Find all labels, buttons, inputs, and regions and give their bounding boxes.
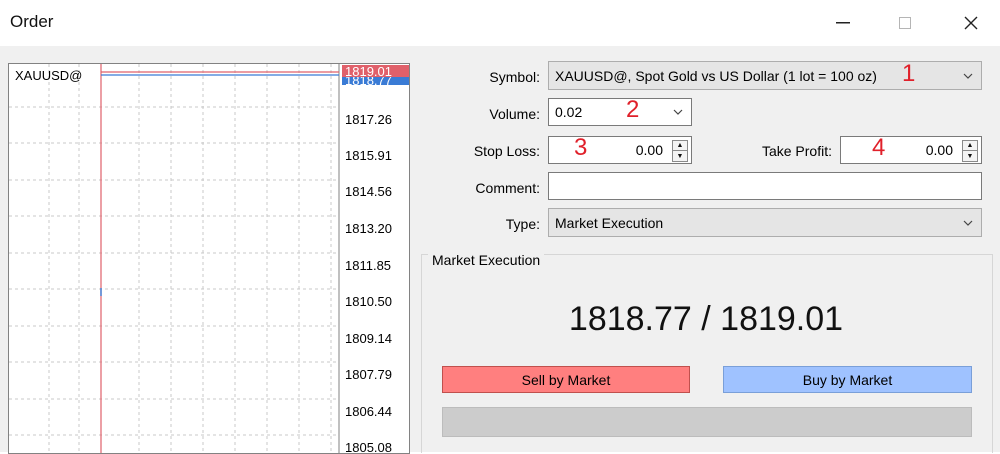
tick-chart[interactable]: XAUUSD@ 1819.01 1818.77 1817.26 1815.91 … [8,63,410,454]
execution-progress-bar [442,407,972,437]
volume-label: Volume: [489,106,540,122]
maximize-button[interactable] [882,8,928,38]
price-axis-label: 1809.14 [345,331,392,346]
annotation-number: 2 [626,96,640,123]
price-axis-label: 1813.20 [345,221,392,236]
comment-label: Comment: [475,180,540,196]
price-axis-label: 1814.56 [345,184,392,199]
chevron-down-icon [673,109,683,115]
close-button[interactable] [948,8,994,38]
title-bar: Order [0,0,1000,46]
price-axis-label: 1811.85 [345,258,392,273]
bid-price-tag: 1818.77 [342,77,409,85]
minimize-button[interactable] [820,8,866,38]
type-select[interactable]: Market Execution [548,208,982,237]
volume-combo[interactable]: 0.02 [548,98,692,126]
stop-loss-spinner[interactable]: ▲ ▼ [672,140,688,162]
chevron-down-icon [963,73,973,79]
take-profit-field[interactable]: 0.00 ▲ ▼ [840,136,982,164]
take-profit-label: Take Profit: [761,143,832,159]
comment-input[interactable] [548,172,982,200]
symbol-label: Symbol: [489,69,540,85]
spin-down-icon[interactable]: ▼ [673,151,687,161]
spin-up-icon[interactable]: ▲ [963,141,977,151]
chart-symbol-label: XAUUSD@ [15,68,83,83]
chevron-down-icon [963,220,973,226]
type-label: Type: [505,216,540,232]
symbol-select-value: XAUUSD@, Spot Gold vs US Dollar (1 lot =… [555,67,877,84]
price-axis-label: 1810.50 [345,294,392,309]
symbol-select[interactable]: XAUUSD@, Spot Gold vs US Dollar (1 lot =… [548,61,982,90]
quote-display: 1818.77 / 1819.01 [568,300,844,338]
annotation-number: 1 [902,60,916,87]
type-select-value: Market Execution [555,214,664,231]
minimize-icon [836,22,850,24]
price-axis-label: 1806.44 [345,404,392,419]
annotation-number: 4 [872,134,886,161]
price-axis-label: 1815.91 [345,148,392,163]
group-title: Market Execution [428,252,545,268]
take-profit-value: 0.00 [925,142,953,158]
price-axis-label: 1817.26 [345,112,392,127]
price-axis-label: 1807.79 [345,367,392,382]
take-profit-spinner[interactable]: ▲ ▼ [962,140,978,162]
annotation-number: 3 [574,134,588,161]
close-icon [964,16,978,30]
stop-loss-field[interactable]: 0.00 ▲ ▼ [548,136,692,164]
window-title: Order [10,12,54,31]
maximize-icon [898,16,911,29]
stop-loss-value: 0.00 [635,142,663,158]
sell-by-market-button[interactable]: Sell by Market [442,366,690,393]
spin-up-icon[interactable]: ▲ [673,141,687,151]
spin-down-icon[interactable]: ▼ [963,151,977,161]
buy-by-market-button[interactable]: Buy by Market [723,366,972,393]
stop-loss-label: Stop Loss: [473,143,540,159]
volume-value: 0.02 [555,104,583,120]
